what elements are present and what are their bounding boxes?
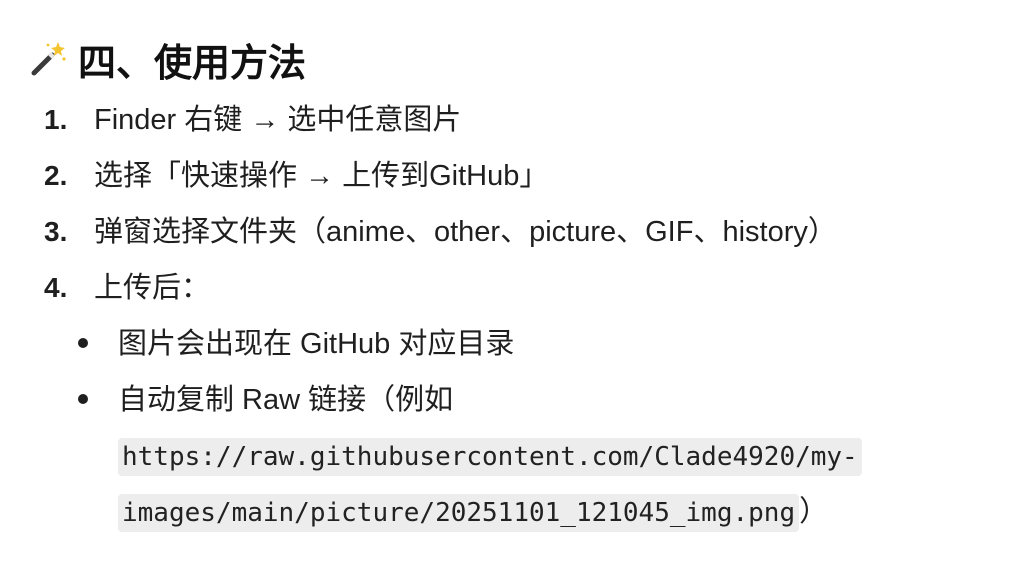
bullet-dot bbox=[78, 338, 88, 348]
bullet-item: 自动复制 Raw 链接（例如 https://raw.githubusercon… bbox=[0, 372, 1000, 540]
step-text: Finder 右键 → 选中任意图片 bbox=[94, 104, 462, 136]
bullet-dot bbox=[78, 394, 88, 404]
raw-link-code-part1: https://raw.githubusercontent.com/Clade4… bbox=[118, 438, 862, 476]
closing-paren: ） bbox=[799, 496, 829, 528]
step-number: 1. bbox=[44, 104, 68, 135]
heading-text: 四、使用方法 bbox=[78, 42, 307, 85]
list-item: 3. 弹窗选择文件夹（anime、other、picture、GIF、histo… bbox=[40, 204, 1000, 260]
steps-list: 1. Finder 右键 → 选中任意图片 2. 选择「快速操作 → 上传到Gi… bbox=[40, 92, 1000, 540]
code-line: images/main/picture/20251101_121045_img.… bbox=[118, 484, 1000, 540]
bullet-item: 图片会出现在 GitHub 对应目录 bbox=[0, 316, 1000, 372]
raw-link-code-part2: images/main/picture/20251101_121045_img.… bbox=[118, 494, 800, 532]
list-item: 4. 上传后： bbox=[40, 260, 1000, 316]
bullet-list: 图片会出现在 GitHub 对应目录 自动复制 Raw 链接（例如 https:… bbox=[0, 316, 1000, 540]
magic-wand-icon bbox=[28, 39, 68, 79]
bullet-text: 自动复制 Raw 链接（例如 bbox=[118, 384, 454, 416]
step-text: 选择「快速操作 → 上传到GitHub」 bbox=[94, 160, 549, 192]
code-line: https://raw.githubusercontent.com/Clade4… bbox=[118, 428, 1000, 484]
sub-list-container: 图片会出现在 GitHub 对应目录 自动复制 Raw 链接（例如 https:… bbox=[40, 316, 1000, 540]
bullet-text: 图片会出现在 GitHub 对应目录 bbox=[118, 328, 515, 360]
step-number: 4. bbox=[44, 272, 68, 303]
section-heading: 四、使用方法 bbox=[28, 30, 306, 88]
list-item: 1. Finder 右键 → 选中任意图片 bbox=[40, 92, 1000, 148]
step-number: 3. bbox=[44, 216, 68, 247]
step-text: 上传后： bbox=[94, 272, 211, 304]
step-text: 弹窗选择文件夹（anime、other、picture、GIF、history） bbox=[94, 216, 837, 248]
list-item: 2. 选择「快速操作 → 上传到GitHub」 bbox=[40, 148, 1000, 204]
step-number: 2. bbox=[44, 160, 68, 191]
